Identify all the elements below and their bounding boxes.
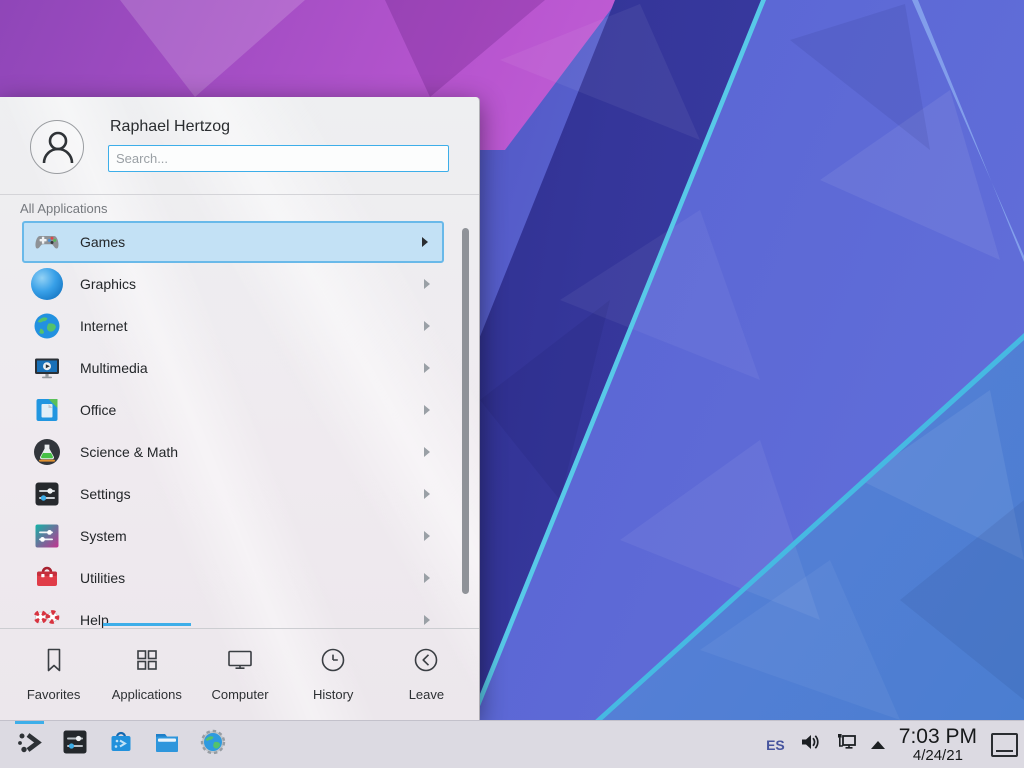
launcher-header: Raphael Hertzog [0,97,479,194]
system-tray: ES 7:03 PM 4/24/21 [766,721,1018,768]
section-label: All Applications [20,201,107,216]
folder-icon [153,728,181,761]
category-utilities[interactable]: Utilities [22,557,444,599]
submenu-arrow-icon [424,489,430,499]
globe-icon [199,728,227,761]
taskbar: ES 7:03 PM 4/24/21 [0,720,1024,768]
utilities-icon [31,562,63,594]
desktop: Raphael Hertzog All Applications [0,0,1024,768]
help-icon [31,604,63,628]
web-browser-button[interactable] [190,721,236,768]
category-settings[interactable]: Settings [22,473,444,515]
keyboard-layout-indicator[interactable]: ES [766,737,785,753]
volume-icon[interactable] [799,732,821,757]
office-icon [31,394,63,426]
user-avatar[interactable] [30,120,84,174]
category-system[interactable]: System [22,515,444,557]
settings-icon [31,478,63,510]
discover-button[interactable] [98,721,144,768]
category-office[interactable]: Office [22,389,444,431]
scrollbar[interactable] [462,228,469,594]
digital-clock[interactable]: 7:03 PM 4/24/21 [899,726,977,763]
category-science-math[interactable]: Science & Math [22,431,444,473]
network-icon[interactable] [835,732,857,757]
system-settings-icon [61,728,89,761]
taskbar-launchers [6,721,236,768]
history-icon [318,645,348,680]
tab-leave[interactable]: Leave [380,629,473,718]
submenu-arrow-icon [424,615,430,625]
system-settings-button[interactable] [52,721,98,768]
leave-icon [411,645,441,680]
category-help[interactable]: Help [22,599,444,628]
system-icon [31,520,63,552]
show-desktop-button[interactable] [991,733,1018,757]
category-graphics[interactable]: Graphics [22,263,444,305]
category-list: Games Graphics [0,221,479,628]
discover-icon [107,728,135,761]
tab-applications[interactable]: Applications [100,629,193,718]
multimedia-icon [31,352,63,384]
submenu-arrow-icon [424,279,430,289]
submenu-arrow-icon [422,237,428,247]
submenu-arrow-icon [424,447,430,457]
kde-launcher-icon [15,728,43,761]
games-icon [31,226,63,258]
active-app-indicator [15,721,44,724]
user-name: Raphael Hertzog [110,118,230,136]
submenu-arrow-icon [424,405,430,415]
submenu-arrow-icon [424,321,430,331]
expand-tray-icon[interactable] [871,741,885,749]
tab-favorites[interactable]: Favorites [7,629,100,718]
applications-icon [132,645,162,680]
application-launcher-button[interactable] [6,721,52,768]
active-tab-indicator [103,623,191,626]
graphics-icon [31,268,63,300]
file-manager-button[interactable] [144,721,190,768]
submenu-arrow-icon [424,531,430,541]
category-games[interactable]: Games [22,221,444,263]
submenu-arrow-icon [424,363,430,373]
category-internet[interactable]: Internet [22,305,444,347]
clock-date: 4/24/21 [899,748,977,764]
science-icon [31,436,63,468]
clock-time: 7:03 PM [899,726,977,748]
tab-computer[interactable]: Computer [193,629,286,718]
category-multimedia[interactable]: Multimedia [22,347,444,389]
search-input[interactable] [108,145,449,172]
launcher-tabbar: Favorites Applications C [7,629,473,718]
computer-icon [225,645,255,680]
submenu-arrow-icon [424,573,430,583]
favorites-icon [39,645,69,680]
application-launcher-menu: Raphael Hertzog All Applications [0,97,480,720]
internet-icon [31,310,63,342]
tab-history[interactable]: History [287,629,380,718]
